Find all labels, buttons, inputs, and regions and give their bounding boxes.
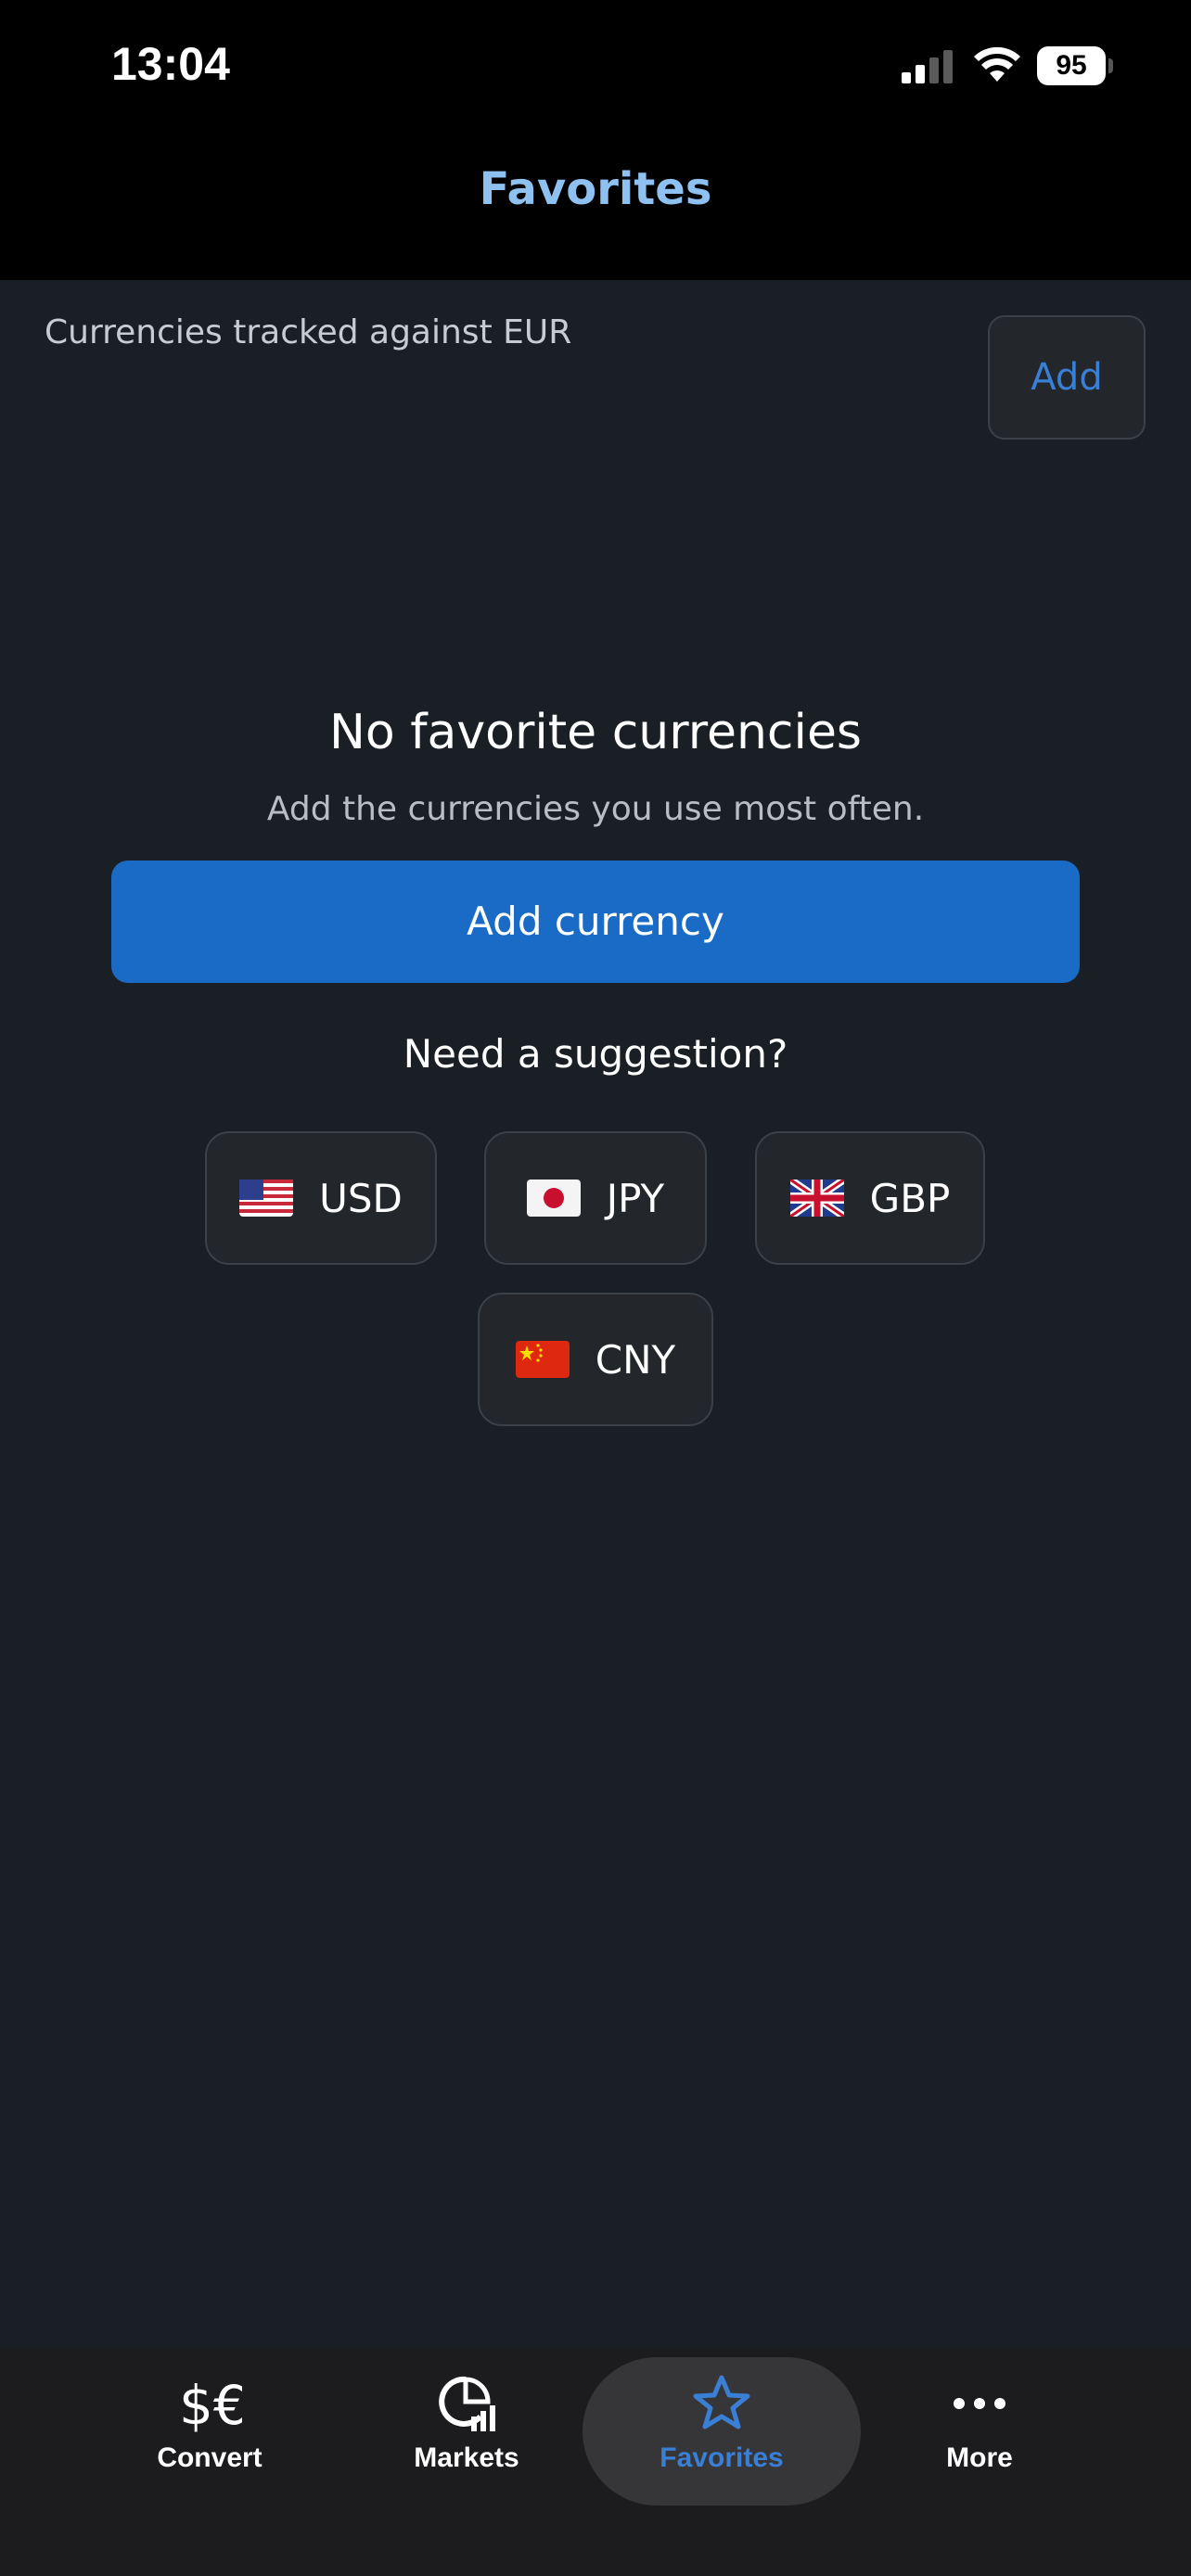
suggestion-chip-usd[interactable]: USD — [205, 1131, 437, 1265]
add-button[interactable]: Add — [988, 315, 1146, 440]
tab-label: Convert — [157, 2442, 263, 2473]
tab-bar: $€ Convert Markets Favorites More — [0, 2348, 1191, 2576]
tab-label: Favorites — [660, 2442, 784, 2473]
us-flag-icon — [239, 1180, 294, 1217]
status-bar: 13:04 95 — [0, 0, 1191, 135]
suggestion-code: GBP — [869, 1175, 951, 1221]
suggestion-chip-cny[interactable]: CNY — [478, 1293, 713, 1426]
nav-header: Favorites — [0, 135, 1191, 280]
battery-level: 95 — [1037, 46, 1106, 85]
signal-icon — [902, 50, 953, 83]
tracked-against-label: Currencies tracked against EUR — [45, 313, 572, 351]
cn-flag-icon — [515, 1341, 570, 1378]
suggestion-chip-gbp[interactable]: GBP — [755, 1131, 985, 1265]
more-dots-icon — [954, 2398, 1005, 2409]
tab-markets[interactable]: Markets — [365, 2357, 569, 2506]
tab-label: More — [946, 2442, 1013, 2473]
suggestion-code: CNY — [595, 1336, 676, 1383]
suggestion-chip-jpy[interactable]: JPY — [484, 1131, 707, 1265]
empty-state-subtitle: Add the currencies you use most often. — [266, 790, 925, 828]
tab-label: Markets — [414, 2442, 519, 2473]
suggestion-title: Need a suggestion? — [403, 1031, 788, 1077]
jp-flag-icon — [526, 1180, 581, 1217]
status-time: 13:04 — [111, 38, 230, 90]
tab-favorites[interactable]: Favorites — [583, 2357, 861, 2506]
battery-tip — [1108, 58, 1113, 73]
empty-state-title: No favorite currencies — [328, 705, 863, 760]
tab-convert[interactable]: $€ Convert — [108, 2357, 312, 2506]
dollar-euro-icon: $€ — [179, 2374, 242, 2435]
markets-chart-icon — [439, 2376, 495, 2431]
page-title: Favorites — [479, 163, 712, 215]
wifi-icon — [974, 46, 1020, 82]
battery-icon: 95 — [1037, 46, 1113, 85]
add-currency-button[interactable]: Add currency — [111, 861, 1080, 983]
star-icon — [693, 2375, 750, 2429]
suggestion-code: USD — [319, 1175, 403, 1221]
favorites-content: Currencies tracked against EUR Add No fa… — [0, 280, 1191, 2348]
svg-text:$€: $€ — [179, 2374, 242, 2435]
gb-flag-icon — [789, 1180, 844, 1217]
suggestion-code: JPY — [606, 1175, 665, 1221]
tab-more[interactable]: More — [877, 2357, 1082, 2506]
